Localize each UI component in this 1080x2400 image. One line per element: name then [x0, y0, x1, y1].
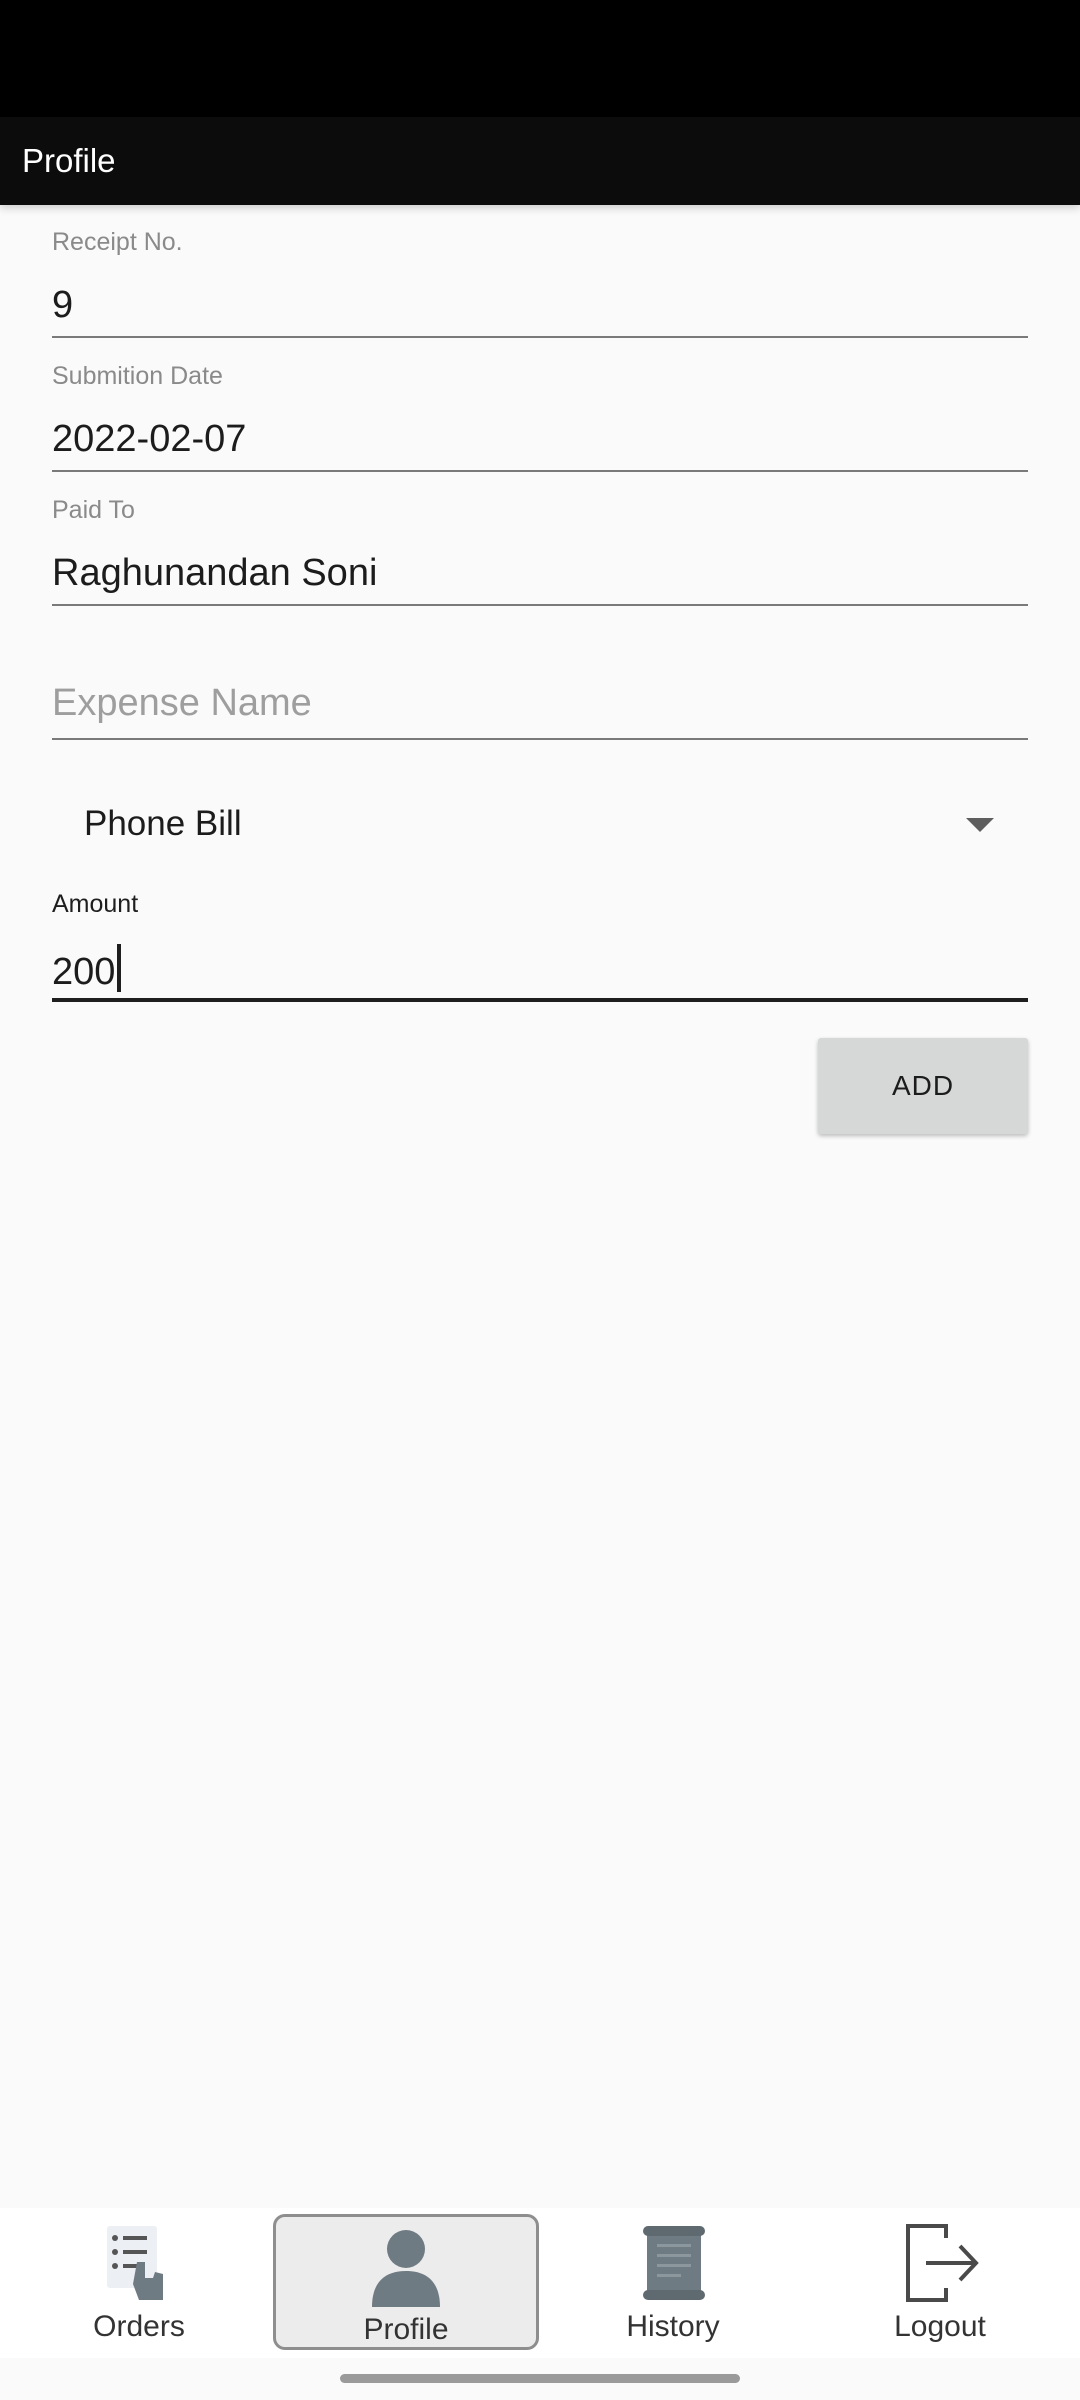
dropdown-arrow-icon: [966, 818, 994, 832]
nav-label-profile: Profile: [363, 2313, 449, 2346]
receipt-number-label: Receipt No.: [52, 228, 183, 256]
bottom-navigation: Orders Profile History Logout: [0, 2208, 1080, 2358]
receipt-number-value: 9: [52, 284, 74, 326]
page-title: Profile: [22, 142, 116, 179]
paid-to-field[interactable]: Paid To Raghunandan Soni: [52, 490, 1028, 610]
submission-date-value: 2022-02-07: [52, 418, 247, 460]
user-icon: [372, 2230, 440, 2307]
logout-icon: [906, 2224, 979, 2302]
status-bar: [0, 0, 1080, 117]
paid-to-value: Raghunandan Soni: [52, 552, 378, 594]
amount-value: 200: [52, 951, 116, 993]
amount-label: Amount: [52, 890, 139, 918]
amount-input[interactable]: 200: [52, 944, 122, 994]
expense-type-selected: Phone Bill: [84, 804, 242, 843]
home-indicator[interactable]: [340, 2374, 740, 2383]
orders-list-icon: [107, 2226, 163, 2300]
receipt-number-field[interactable]: Receipt No. 9: [52, 222, 1028, 342]
nav-label-history: History: [626, 2310, 720, 2343]
nav-item-orders[interactable]: Orders: [6, 2214, 272, 2350]
add-button[interactable]: ADD: [818, 1038, 1028, 1134]
amount-underline: [52, 998, 1028, 1002]
paid-to-label: Paid To: [52, 496, 135, 524]
screen: Profile Receipt No. 9 Submition Date 202…: [0, 0, 1080, 2400]
expense-type-dropdown[interactable]: Phone Bill: [52, 790, 1028, 860]
nav-label-logout: Logout: [894, 2310, 986, 2343]
expense-name-placeholder: Expense Name: [52, 682, 312, 724]
nav-item-history[interactable]: History: [540, 2214, 806, 2350]
nav-label-orders: Orders: [93, 2310, 185, 2343]
submission-date-label: Submition Date: [52, 362, 223, 390]
expense-name-field[interactable]: Expense Name: [52, 640, 1028, 744]
app-bar: Profile: [0, 117, 1080, 205]
nav-item-logout[interactable]: Logout: [807, 2214, 1073, 2350]
amount-field[interactable]: Amount 200: [52, 886, 1028, 1006]
text-cursor: [117, 944, 122, 992]
submission-date-field[interactable]: Submition Date 2022-02-07: [52, 356, 1028, 476]
nav-item-profile[interactable]: Profile: [273, 2214, 539, 2350]
receipt-number-underline: [52, 336, 1028, 338]
paid-to-underline: [52, 604, 1028, 606]
expense-name-underline: [52, 738, 1028, 740]
scroll-icon: [643, 2226, 705, 2300]
submission-date-underline: [52, 470, 1028, 472]
